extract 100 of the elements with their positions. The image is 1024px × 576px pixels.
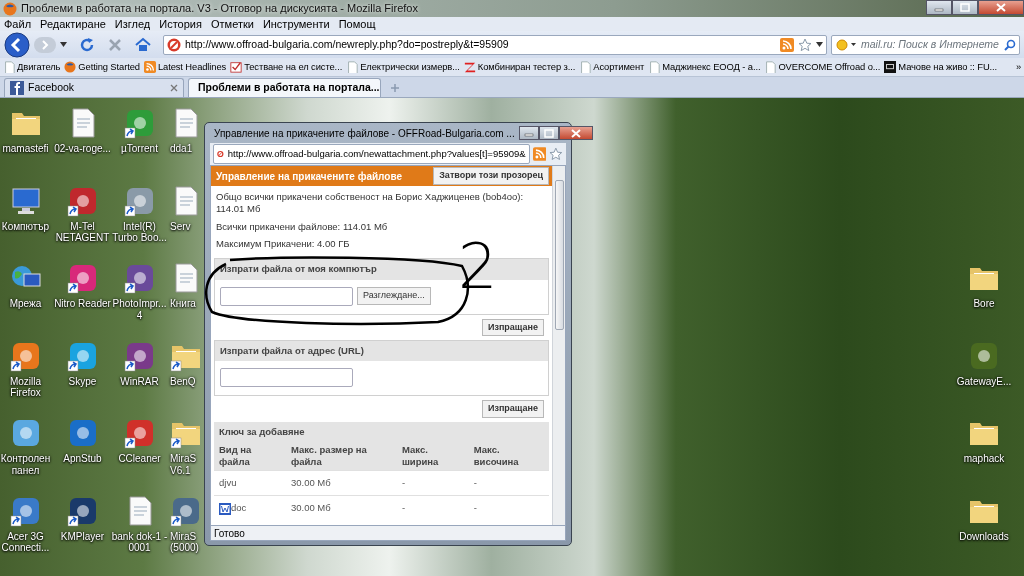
more-bookmarks-button[interactable]: »: [1015, 59, 1021, 75]
bookmark-link[interactable]: Latest Headlines: [157, 59, 227, 75]
menu-item[interactable]: Отметки: [210, 15, 254, 33]
upload-button[interactable]: Изпращане: [481, 318, 544, 337]
minimize-button[interactable]: [518, 126, 539, 140]
address-text: http://www.offroad-bulgaria.com/newreply.php?do=postreply&t=95909: [185, 36, 510, 52]
maximize-icon: [543, 128, 554, 138]
desktop-icon-label[interactable]: Мрежа: [9, 298, 42, 310]
caret-icon[interactable]: [816, 42, 823, 47]
address-field[interactable]: http://www.offroad-bulgaria.com/newattachment.php?values[t]=95909&: [213, 144, 530, 164]
desktop-icon-label[interactable]: Acer 3G Connecti...: [1, 530, 50, 554]
scrollbar-thumb[interactable]: [554, 180, 564, 330]
desktop-icon-label[interactable]: maphack: [963, 453, 1005, 465]
tab[interactable]: Facebook: [4, 78, 184, 97]
app-icon[interactable]: [123, 107, 156, 139]
desktop-icon-label[interactable]: WinRAR: [120, 375, 159, 387]
column-header: Макс. ширина: [396, 442, 469, 471]
star-icon[interactable]: [798, 37, 812, 52]
table-cell: doc: [231, 502, 247, 514]
desktop-icon-label[interactable]: Mozilla Firefox: [9, 375, 42, 399]
caret-icon[interactable]: [60, 42, 67, 47]
file-path-field[interactable]: [220, 286, 353, 306]
bookmark-link[interactable]: Мачове на живо :: FU...: [898, 59, 998, 75]
desktop-icon-label[interactable]: PhotoImpr... 4: [112, 298, 167, 321]
search-field[interactable]: mail.ru: Поиск в Интернете: [831, 34, 1020, 55]
reload-button[interactable]: [79, 36, 95, 53]
desktop-icon-label[interactable]: MiraS (5000): [170, 530, 199, 554]
desktop-icon-label[interactable]: mamastefi: [2, 143, 49, 155]
maximize-icon: [960, 3, 970, 12]
desktop-icon-label[interactable]: Downloads: [959, 530, 1009, 542]
desktop-icon-label[interactable]: Bore: [973, 298, 995, 310]
bookmark-link[interactable]: Двигатель: [17, 59, 61, 75]
maximize-button[interactable]: [538, 126, 559, 140]
info-text: Максимум Прикачени: 4.00 ГБ: [216, 238, 351, 251]
menu-item[interactable]: Инструменти: [262, 15, 330, 33]
page-icon: [579, 61, 592, 73]
tv-icon: [884, 61, 897, 73]
close-icon[interactable]: [170, 84, 178, 92]
z-logo-icon: [463, 61, 476, 73]
close-button[interactable]: [558, 126, 593, 140]
rss-icon: [143, 61, 156, 73]
desktop-icon-label[interactable]: 02-va-roge...: [54, 143, 111, 155]
desktop-icon-label[interactable]: GatewayE...: [956, 375, 1012, 387]
desktop-icon-label[interactable]: M-Tel NETAGENT: [55, 220, 110, 244]
menu-item[interactable]: История: [159, 15, 202, 33]
desktop-icon-label[interactable]: dda1: [170, 143, 193, 155]
stop-icon: [107, 36, 123, 53]
tab-label: Проблеми в работата на портала...: [198, 80, 380, 96]
bookmark-link[interactable]: Тестване на ел систе...: [244, 59, 343, 75]
browse-button[interactable]: Разглеждане...: [357, 287, 431, 305]
back-button[interactable]: [4, 31, 30, 58]
tab[interactable]: Проблеми в работата на портала...: [188, 78, 381, 97]
home-button[interactable]: [135, 36, 151, 53]
desktop-icon-label[interactable]: Контролен панел: [0, 453, 51, 476]
menu-item[interactable]: Помощ: [338, 15, 376, 33]
minimize-button[interactable]: [926, 0, 952, 15]
checklist-icon: [230, 61, 243, 73]
desktop-icon-label[interactable]: Компютър: [1, 220, 50, 232]
search-placeholder: mail.ru: Поиск в Интернете: [861, 36, 1000, 52]
desktop-icon-label[interactable]: Nitro Reader: [54, 298, 111, 310]
upload-button[interactable]: Изпращане: [481, 400, 544, 418]
popup-title: Управление на прикачените файлове - OFFRoad-Bulgaria.com ...: [214, 126, 515, 141]
desktop-icon-label[interactable]: Skype: [68, 375, 97, 387]
bookmark-link[interactable]: Маджинекс ЕООД - а...: [662, 59, 761, 75]
address-field[interactable]: http://www.offroad-bulgaria.com/newreply.php?do=postreply&t=95909: [163, 34, 827, 55]
menu-item[interactable]: Редактиране: [40, 15, 106, 33]
menu-item[interactable]: Файл: [4, 15, 32, 33]
desktop-icon-label[interactable]: bank dok-1 - 0001: [111, 530, 168, 554]
table-cell: 30.00 Мб: [285, 495, 397, 521]
scrollbar[interactable]: [552, 166, 565, 525]
bookmark-link[interactable]: Getting Started: [78, 59, 140, 75]
desktop-icon-label[interactable]: Intel(R) Turbo Boo...: [112, 220, 167, 244]
desktop-icon-label[interactable]: ApnStub: [63, 453, 102, 465]
close-icon: [996, 3, 1006, 12]
desktop-icon-label[interactable]: µTorrent: [121, 143, 158, 155]
page-icon: [346, 61, 359, 73]
close-window-button[interactable]: Затвори този прозорец: [433, 167, 549, 185]
bookmark-link[interactable]: OVERCOME Offroad o...: [778, 59, 881, 75]
table-cell: 30.00 Мб: [285, 470, 397, 496]
app-icon[interactable]: [66, 262, 99, 294]
panel-title: Управление на прикачените файлове: [216, 169, 403, 184]
url-field[interactable]: [220, 368, 353, 388]
app-icon[interactable]: [123, 417, 156, 449]
app-icon[interactable]: [123, 262, 156, 294]
menu-item[interactable]: Изглед: [114, 15, 151, 33]
bookmark-link[interactable]: Електрически измерв...: [360, 59, 460, 75]
column-header: Макс. размер на файла: [285, 442, 397, 471]
tab-label: Facebook: [28, 80, 76, 96]
desktop-icon-label[interactable]: CCleaner: [118, 453, 161, 465]
desktop-icon-label[interactable]: KMPlayer: [60, 530, 105, 542]
section-title: Изпрати файла от адрес (URL): [215, 341, 548, 362]
star-icon[interactable]: [549, 147, 563, 161]
desktop-icon-label[interactable]: MiraS V6.1: [170, 453, 197, 476]
search-icon[interactable]: [1004, 38, 1016, 51]
close-button[interactable]: [978, 0, 1024, 15]
bookmark-link[interactable]: Комбиниран тестер з...: [477, 59, 576, 75]
table-title: Ключ за добавяне: [214, 421, 549, 443]
maximize-button[interactable]: [952, 0, 978, 15]
search-engine-icon[interactable]: [835, 37, 857, 52]
bookmark-link[interactable]: Асортимент: [593, 59, 645, 75]
